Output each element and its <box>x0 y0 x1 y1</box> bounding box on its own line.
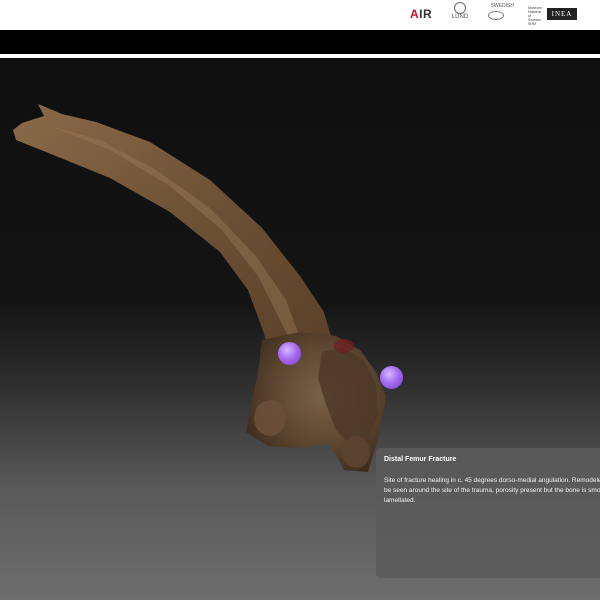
museum-logo[interactable]: Museum National of Sweden SHM <box>528 6 544 26</box>
3d-viewer-canvas[interactable]: Distal Femur Fracture Site of fracture h… <box>0 58 600 600</box>
lund-university-logo[interactable]: LUND <box>449 2 471 28</box>
navigation-bar <box>0 30 600 54</box>
museum-logo-line: of Sweden <box>528 14 541 22</box>
annotation-title: Distal Femur Fracture <box>384 456 457 463</box>
swedarch-logo-text: SWEDISH <box>490 3 514 9</box>
condyle-medial <box>254 400 286 436</box>
inea-logo[interactable]: INEA <box>547 8 577 20</box>
annotation-hotspot-icon[interactable] <box>380 366 403 389</box>
annotation-info-panel: Distal Femur Fracture Site of fracture h… <box>376 448 600 578</box>
annotation-hotspot-icon[interactable] <box>278 342 301 365</box>
annotation-line: lamellated. <box>384 497 416 504</box>
fracture-site-mark <box>334 339 354 353</box>
condyle-lateral <box>342 436 370 468</box>
museum-logo-line: SHM <box>528 22 536 26</box>
annotation-description: Site of fracture healing in c. 45 degree… <box>384 476 600 506</box>
annotation-line: be seen around the site of the trauma, p… <box>384 487 600 494</box>
header-bar: AIR LUND SWEDISH Museum National of Swed… <box>0 0 600 30</box>
annotation-line: Site of fracture healing in c. 45 degree… <box>384 477 600 484</box>
partner-logo-swedarch[interactable]: SWEDISH <box>488 3 514 27</box>
swedarch-mark-icon <box>488 11 504 20</box>
lund-seal-icon <box>454 2 466 14</box>
lund-logo-text: LUND <box>451 14 469 20</box>
air-logo[interactable]: AIR <box>410 7 432 21</box>
